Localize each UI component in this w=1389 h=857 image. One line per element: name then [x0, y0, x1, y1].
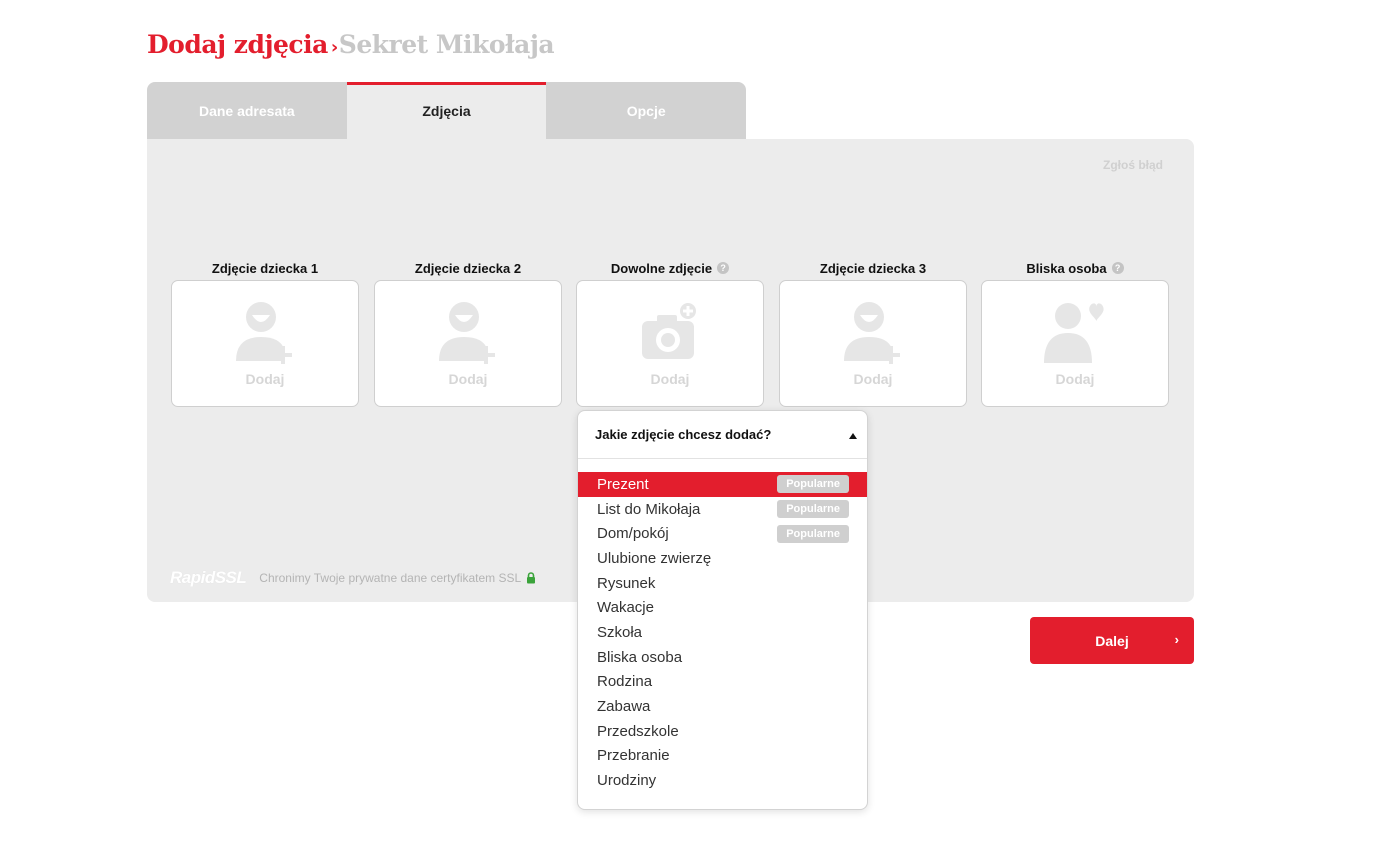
page-title: Dodaj zdjęcia: [147, 30, 328, 59]
add-photo-label: Dodaj: [853, 371, 893, 387]
chevron-right-icon: ›: [1174, 632, 1179, 647]
caret-up-icon: [849, 433, 857, 439]
photo-slot-upload-box[interactable]: Dodaj: [779, 280, 967, 407]
dropdown-option-prezent[interactable]: Prezent Popularne: [578, 472, 867, 497]
dropdown-option-dom-pokoj[interactable]: Dom/pokój Popularne: [578, 521, 867, 546]
report-error-link[interactable]: Zgłoś błąd: [1103, 158, 1163, 172]
lock-icon: [527, 572, 536, 584]
photo-slot-upload-box[interactable]: Dodaj: [374, 280, 562, 407]
dropdown-header[interactable]: Jakie zdjęcie chcesz dodać?: [578, 411, 867, 459]
tab-photos[interactable]: Zdjęcia: [346, 82, 547, 139]
help-icon[interactable]: ?: [717, 262, 730, 274]
dropdown-options: Prezent Popularne List do Mikołaja Popular…: [578, 472, 867, 793]
rapidssl-logo: RapidSSL: [170, 568, 247, 587]
ssl-text: Chronimy Twoje prywatne dane certyfikate…: [259, 571, 522, 585]
next-button[interactable]: Dalej ›: [1030, 617, 1194, 664]
photo-slot-close-person: Bliska osoba? Dodaj: [981, 257, 1169, 407]
photo-slot-upload-box[interactable]: Dodaj: [981, 280, 1169, 407]
breadcrumb-separator-icon: ›: [330, 37, 338, 58]
add-photo-label: Dodaj: [245, 371, 285, 387]
step-tabs: Dane adresata Zdjęcia Opcje: [147, 82, 747, 139]
photo-type-dropdown: Jakie zdjęcie chcesz dodać? Prezent Popul…: [577, 410, 868, 810]
dropdown-option-rysunek[interactable]: Rysunek: [578, 571, 867, 596]
tab-recipient-data[interactable]: Dane adresata: [147, 82, 347, 139]
child-add-icon: [439, 302, 495, 364]
popular-badge: Popularne: [777, 475, 849, 494]
photo-slot-title: Dowolne zdjęcie?: [576, 257, 764, 279]
dropdown-option-list-do-mikolaja[interactable]: List do Mikołaja Popularne: [578, 497, 867, 522]
photo-slot-child-1: Zdjęcie dziecka 1 Dodaj: [171, 257, 359, 407]
help-icon[interactable]: ?: [1111, 262, 1124, 274]
dropdown-option-przebranie[interactable]: Przebranie: [578, 744, 867, 769]
photo-slot-upload-box[interactable]: Dodaj: [576, 280, 764, 407]
dropdown-option-urodziny[interactable]: Urodziny: [578, 768, 867, 793]
child-add-icon: [844, 302, 900, 364]
ssl-notice: RapidSSL Chronimy Twoje prywatne dane ce…: [170, 568, 536, 588]
photo-slot-child-3: Zdjęcie dziecka 3 Dodaj: [779, 257, 967, 407]
photo-slot-title: Zdjęcie dziecka 3: [819, 260, 927, 276]
photo-slot-any: Dowolne zdjęcie? Dodaj: [576, 257, 764, 407]
page-subtitle: Sekret Mikołaja: [338, 30, 555, 59]
photo-slot-title: Bliska osoba?: [981, 257, 1169, 279]
dropdown-option-bliska-osoba[interactable]: Bliska osoba: [578, 645, 867, 670]
dropdown-option-wakacje[interactable]: Wakacje: [578, 595, 867, 620]
dropdown-option-przedszkole[interactable]: Przedszkole: [578, 719, 867, 744]
add-photo-label: Dodaj: [448, 371, 488, 387]
page-heading: Dodaj zdjęcia ›Sekret Mikołaja: [147, 30, 555, 59]
popular-badge: Popularne: [777, 500, 849, 519]
next-button-label: Dalej: [1095, 632, 1129, 649]
tab-options[interactable]: Opcje: [546, 82, 747, 139]
popular-badge: Popularne: [777, 524, 849, 543]
photo-slot-title: Zdjęcie dziecka 1: [211, 260, 319, 276]
photo-slot-upload-box[interactable]: Dodaj: [171, 280, 359, 407]
photo-slot-child-2: Zdjęcie dziecka 2 Dodaj: [374, 257, 562, 407]
add-photo-label: Dodaj: [650, 371, 690, 387]
dropdown-option-zabawa[interactable]: Zabawa: [578, 694, 867, 719]
child-add-icon: [236, 302, 292, 364]
dropdown-option-rodzina[interactable]: Rodzina: [578, 670, 867, 695]
person-heart-icon: [1044, 303, 1104, 363]
photo-slot-title: Zdjęcie dziecka 2: [414, 260, 522, 276]
add-photo-label: Dodaj: [1055, 371, 1095, 387]
dropdown-question: Jakie zdjęcie chcesz dodać?: [595, 427, 772, 442]
dropdown-option-szkola[interactable]: Szkoła: [578, 620, 867, 645]
camera-add-icon: [642, 301, 698, 359]
dropdown-option-ulubione-zwierze[interactable]: Ulubione zwierzę: [578, 546, 867, 571]
